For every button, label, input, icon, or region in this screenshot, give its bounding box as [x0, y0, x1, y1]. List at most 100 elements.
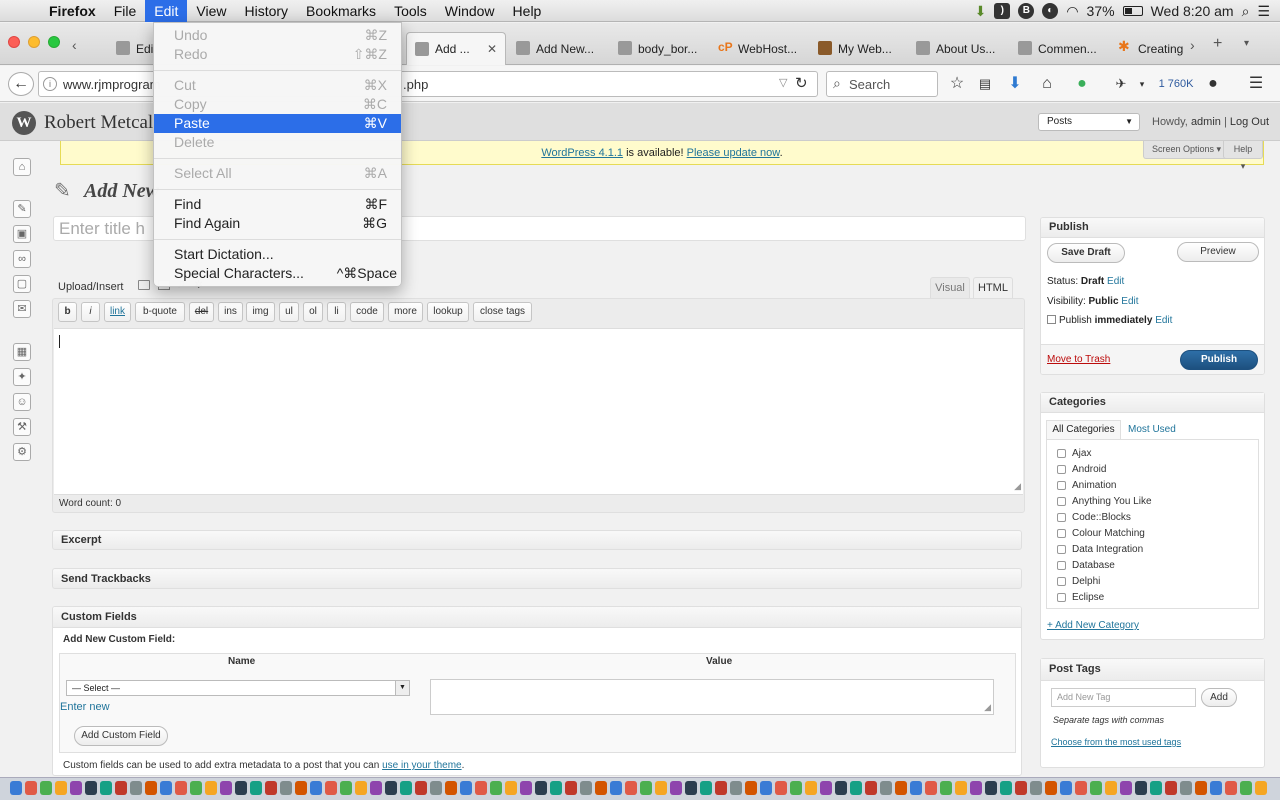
tab-add-post-active[interactable]: Add ... ✕ — [406, 32, 506, 65]
links-icon[interactable]: ∞ — [13, 250, 31, 268]
dock-app-icon[interactable] — [1210, 781, 1222, 795]
custom-fields-header[interactable]: Custom Fields — [53, 607, 1021, 628]
quicktag-ul-button[interactable]: ul — [279, 302, 299, 322]
dock-app-icon[interactable] — [655, 781, 667, 795]
dock-app-icon[interactable] — [55, 781, 67, 795]
category-checkbox[interactable] — [1057, 480, 1066, 490]
addon-green-icon[interactable]: ● — [1071, 72, 1093, 96]
dock-app-icon[interactable] — [715, 781, 727, 795]
category-checkbox[interactable] — [1057, 592, 1066, 602]
dock-app-icon[interactable] — [1120, 781, 1132, 795]
update-now-link[interactable]: Please update now — [687, 147, 780, 159]
site-title[interactable]: Robert Metcal — [44, 112, 153, 134]
menu-item-copy[interactable]: Copy ⌘C — [154, 95, 401, 114]
dock-app-icon[interactable] — [760, 781, 772, 795]
publish-box-header[interactable]: Publish — [1041, 218, 1264, 238]
choose-most-used-tags-link[interactable]: Choose from the most used tags — [1051, 737, 1181, 747]
dock-app-icon[interactable] — [25, 781, 37, 795]
clock[interactable]: Wed 8:20 am — [1151, 3, 1234, 19]
tab-visual[interactable]: Visual — [930, 277, 970, 298]
back-button[interactable]: ← — [8, 72, 34, 96]
battery-percent[interactable]: 37% — [1087, 3, 1115, 19]
dock-app-icon[interactable] — [1240, 781, 1252, 795]
tabs-scroll-right-icon[interactable]: › — [1190, 37, 1195, 53]
tools-icon[interactable]: ⚒ — [13, 418, 31, 436]
dock-app-icon[interactable] — [295, 781, 307, 795]
download-status-icon[interactable]: ⬇ — [975, 3, 987, 20]
dock-app-icon[interactable] — [400, 781, 412, 795]
dock-app-icon[interactable] — [190, 781, 202, 795]
dock-app-icon[interactable] — [40, 781, 52, 795]
dock-app-icon[interactable] — [1135, 781, 1147, 795]
category-checkbox[interactable] — [1057, 512, 1066, 522]
dock-app-icon[interactable] — [145, 781, 157, 795]
site-identity-icon[interactable]: i — [43, 77, 57, 91]
dock-app-icon[interactable] — [85, 781, 97, 795]
category-checkbox[interactable] — [1057, 464, 1066, 474]
menu-window[interactable]: Window — [436, 0, 504, 22]
notification-center-icon[interactable]: ☰ — [1257, 3, 1270, 20]
dock-app-icon[interactable] — [250, 781, 262, 795]
dock-app-icon[interactable] — [1060, 781, 1072, 795]
category-android[interactable]: Android — [1057, 461, 1258, 477]
tab-body-border[interactable]: body_bor... — [610, 32, 708, 65]
menu-item-undo[interactable]: Undo ⌘Z — [154, 26, 401, 45]
menu-help[interactable]: Help — [504, 0, 551, 22]
dock-app-icon[interactable] — [445, 781, 457, 795]
dock-app-icon[interactable] — [910, 781, 922, 795]
spotlight-search-icon[interactable]: ⌕ — [1242, 3, 1250, 20]
dock-app-icon[interactable] — [745, 781, 757, 795]
dock-app-icon[interactable] — [1090, 781, 1102, 795]
dock-app-icon[interactable] — [880, 781, 892, 795]
tabs-scroll-left-icon[interactable]: ‹ — [72, 37, 77, 53]
dock-app-icon[interactable] — [490, 781, 502, 795]
category-checkbox[interactable] — [1057, 496, 1066, 506]
menu-item-find-again[interactable]: Find Again ⌘G — [154, 214, 401, 233]
dock-app-icon[interactable] — [1045, 781, 1057, 795]
dock-app-icon[interactable] — [385, 781, 397, 795]
quicktag-li-button[interactable]: li — [327, 302, 346, 322]
category-checkbox[interactable] — [1057, 544, 1066, 554]
quicktag-bold-button[interactable]: b — [58, 302, 77, 322]
dock-app-icon[interactable] — [115, 781, 127, 795]
dock-app-icon[interactable] — [205, 781, 217, 795]
tab-about-us[interactable]: About Us... — [908, 32, 1008, 65]
post-tags-header[interactable]: Post Tags — [1041, 659, 1264, 681]
edit-visibility-link[interactable]: Edit — [1121, 296, 1138, 307]
dock-app-icon[interactable] — [535, 781, 547, 795]
dock-app-icon[interactable] — [595, 781, 607, 795]
dock-app-icon[interactable] — [1225, 781, 1237, 795]
comments-icon[interactable]: ✉ — [13, 300, 31, 318]
menu-item-redo[interactable]: Redo ⇧⌘Z — [154, 45, 401, 64]
add-tag-button[interactable]: Add — [1201, 688, 1237, 707]
category-data-integration[interactable]: Data Integration — [1057, 541, 1258, 557]
trackbacks-box-header[interactable]: Send Trackbacks — [52, 568, 1022, 589]
dock-app-icon[interactable] — [775, 781, 787, 795]
menu-item-special-characters[interactable]: Special Characters... ^⌘Space — [154, 264, 401, 283]
dock-app-icon[interactable] — [160, 781, 172, 795]
dock-app-icon[interactable] — [310, 781, 322, 795]
add-image-icon[interactable] — [138, 280, 150, 290]
dock-app-icon[interactable] — [1000, 781, 1012, 795]
dock-app-icon[interactable] — [130, 781, 142, 795]
home-icon[interactable]: ⌂ — [1036, 72, 1058, 96]
close-tab-icon[interactable]: ✕ — [487, 42, 497, 56]
menu-item-delete[interactable]: Delete — [154, 133, 401, 152]
tab-all-categories[interactable]: All Categories — [1046, 420, 1121, 439]
menu-item-find[interactable]: Find ⌘F — [154, 195, 401, 214]
posts-icon[interactable]: ✎ — [13, 200, 31, 218]
dock-app-icon[interactable] — [550, 781, 562, 795]
dock-app-icon[interactable] — [700, 781, 712, 795]
dock-app-icon[interactable] — [175, 781, 187, 795]
quicktag-bquote-button[interactable]: b-quote — [135, 302, 185, 322]
screen-options-tab[interactable]: Screen Options ▾ — [1143, 141, 1231, 159]
list-tabs-icon[interactable]: ▾ — [1244, 38, 1249, 49]
quicktag-ins-button[interactable]: ins — [218, 302, 243, 322]
dock-app-icon[interactable] — [430, 781, 442, 795]
dock-app-icon[interactable] — [805, 781, 817, 795]
extension-dropdown-icon[interactable]: ▾ — [1136, 72, 1148, 96]
dock-app-icon[interactable] — [10, 781, 22, 795]
tab-my-web[interactable]: My Web... — [810, 32, 910, 65]
dock-app-icon[interactable] — [565, 781, 577, 795]
dock-app-icon[interactable] — [1030, 781, 1042, 795]
